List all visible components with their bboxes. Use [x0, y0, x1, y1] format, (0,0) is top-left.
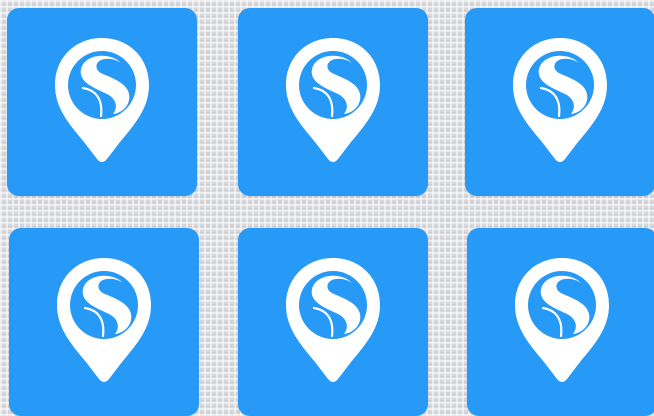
app-icon-tile[interactable] [467, 228, 654, 416]
location-pin-s-logo-icon [286, 38, 380, 162]
location-pin-s-logo-icon [515, 258, 609, 382]
app-icon-tile[interactable] [238, 228, 428, 416]
app-icon-grid [0, 0, 654, 416]
app-icon-tile[interactable] [465, 8, 654, 196]
app-icon-tile[interactable] [9, 228, 199, 416]
location-pin-s-logo-icon [513, 38, 607, 162]
app-icon-tile[interactable] [7, 8, 197, 196]
location-pin-s-logo-icon [55, 38, 149, 162]
location-pin-s-logo-icon [286, 258, 380, 382]
location-pin-s-logo-icon [57, 258, 151, 382]
app-icon-tile[interactable] [238, 8, 428, 196]
